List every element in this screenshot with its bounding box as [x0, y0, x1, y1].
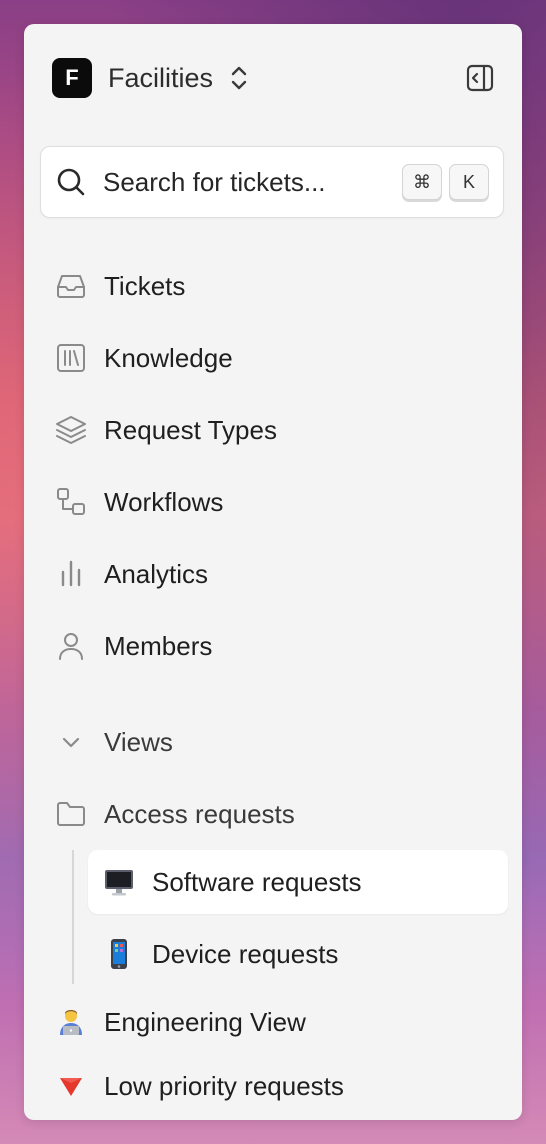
user-icon [54, 629, 88, 663]
collapse-sidebar-icon[interactable] [464, 62, 496, 94]
workflow-icon [54, 485, 88, 519]
view-item-label: Low priority requests [104, 1070, 344, 1101]
library-icon [54, 341, 88, 375]
sidebar-item-knowledge[interactable]: Knowledge [54, 334, 233, 382]
layers-icon [54, 413, 88, 447]
search-icon [55, 166, 87, 198]
view-folder-label: Access requests [104, 798, 295, 829]
sidebar-item-request-types[interactable]: Request Types [54, 406, 277, 454]
sidebar-header: F Facilities [52, 58, 496, 98]
views-section-label: Views [104, 726, 173, 757]
sidebar-item-label: Knowledge [104, 342, 233, 373]
view-item-software-requests[interactable]: Software requests [88, 850, 508, 914]
tree-connector-line [72, 850, 74, 984]
view-item-label: Engineering View [104, 1006, 306, 1037]
sidebar-item-tickets[interactable]: Tickets [54, 262, 185, 310]
red-triangle-down-icon [54, 1069, 88, 1103]
view-item-engineering-view[interactable]: Engineering View [54, 998, 306, 1046]
views-section-toggle[interactable]: Views [54, 718, 173, 766]
sidebar-item-workflows[interactable]: Workflows [54, 478, 223, 526]
workspace-logo[interactable]: F [52, 58, 92, 98]
inbox-icon [54, 269, 88, 303]
view-item-low-priority-requests[interactable]: Low priority requests [54, 1062, 344, 1110]
sidebar-panel: F Facilities Search for tickets... ⌘ K T… [24, 24, 522, 1120]
shortcut-k-key: K [449, 164, 489, 200]
chevron-down-icon [54, 725, 88, 759]
view-item-label: Software requests [152, 866, 362, 897]
search-field[interactable]: Search for tickets... ⌘ K [40, 146, 504, 218]
mobile-phone-icon [102, 937, 136, 971]
search-input[interactable]: Search for tickets... [103, 167, 395, 198]
desktop-computer-icon [102, 865, 136, 899]
view-item-label: Device requests [152, 938, 339, 969]
folder-icon [54, 797, 88, 831]
technologist-icon [54, 1005, 88, 1039]
sidebar-item-members[interactable]: Members [54, 622, 212, 670]
view-folder-access-requests[interactable]: Access requests [54, 790, 295, 838]
shortcut-modifier-key: ⌘ [402, 164, 442, 200]
chevron-up-down-icon[interactable] [227, 63, 251, 93]
sidebar-item-label: Request Types [104, 414, 277, 445]
view-item-device-requests[interactable]: Device requests [88, 922, 508, 986]
sidebar-item-label: Members [104, 630, 213, 661]
workspace-name[interactable]: Facilities [108, 63, 213, 94]
sidebar-item-label: Tickets [104, 270, 186, 301]
bar-chart-icon [54, 557, 88, 591]
sidebar-item-analytics[interactable]: Analytics [54, 550, 208, 598]
sidebar-item-label: Workflows [104, 486, 224, 517]
sidebar-item-label: Analytics [104, 558, 209, 589]
